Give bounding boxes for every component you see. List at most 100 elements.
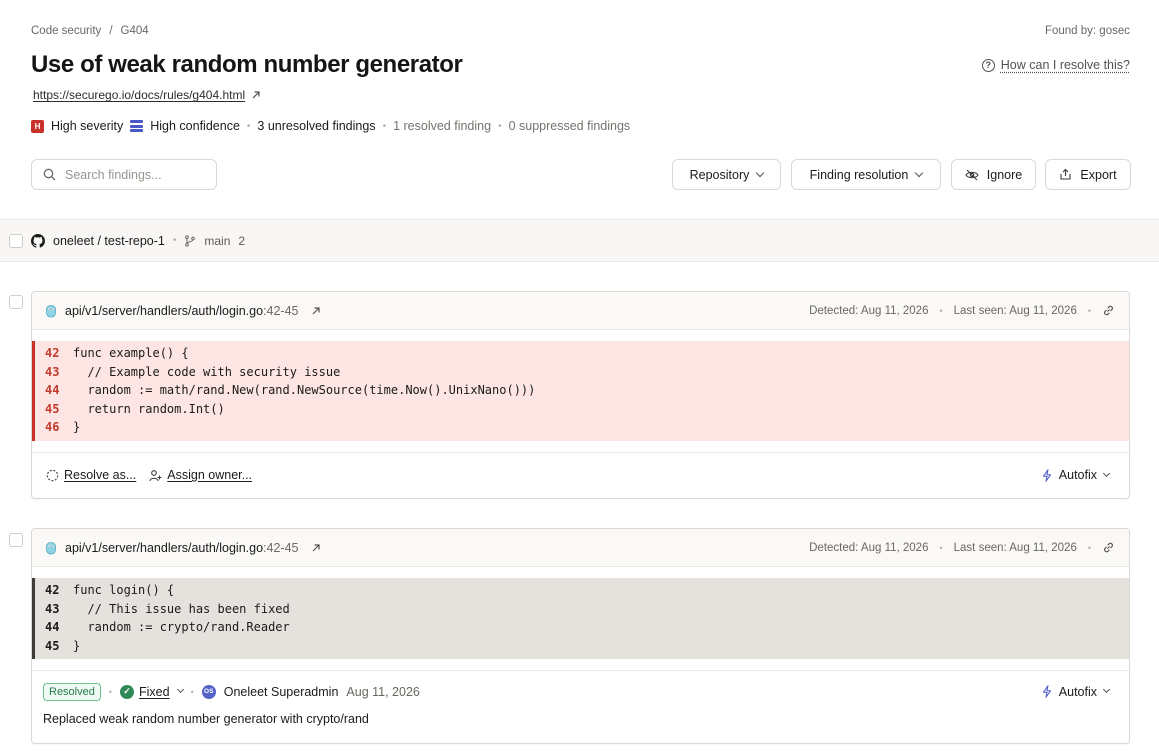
external-link-icon[interactable] [311, 543, 321, 553]
separator-dot: • [108, 686, 113, 697]
line-range: :42-45 [263, 540, 299, 555]
separator-dot: • [172, 235, 177, 246]
line-number: 43 [45, 364, 60, 379]
file-path: api/v1/server/handlers/auth/login.go [65, 303, 264, 318]
finding-actions: Resolve as... Assign owner... Autofix [32, 451, 1129, 498]
breadcrumb: Code security / G404 [31, 25, 149, 37]
assign-owner-button[interactable]: Assign owner... [149, 468, 252, 482]
chevron-down-icon [176, 685, 184, 694]
git-branch-icon [185, 234, 196, 247]
doc-link[interactable]: https://securego.io/docs/rules/g404.html [33, 88, 261, 102]
link-icon[interactable] [1102, 541, 1115, 554]
code-line: 42 func example() { [35, 344, 1129, 363]
repo-name[interactable]: oneleet / test-repo-1 [53, 234, 165, 248]
separator-dot: • [1087, 542, 1091, 553]
search-icon [43, 168, 56, 181]
separator-dot: • [1087, 305, 1091, 316]
help-link[interactable]: ? How can I resolve this? [981, 58, 1130, 72]
autofix-label: Autofix [1058, 468, 1097, 482]
resolution-note: Replaced weak random number generator wi… [43, 712, 369, 726]
finding-dates: Detected: Aug 11, 2026 • Last seen: Aug … [809, 541, 1115, 554]
finding-select-checkbox[interactable] [9, 295, 23, 309]
eye-off-icon [965, 169, 979, 180]
resolution-label: Fixed [139, 684, 170, 699]
breadcrumb-rule: G404 [120, 25, 149, 37]
external-link-icon[interactable] [311, 306, 321, 316]
code-line: 44 random := math/rand.New(rand.NewSourc… [35, 381, 1129, 400]
detected-date: Detected: Aug 11, 2026 [809, 304, 929, 317]
branch-name: main [204, 233, 231, 248]
detected-date: Detected: Aug 11, 2026 [809, 541, 929, 554]
github-icon [31, 233, 45, 248]
dashed-circle-icon [46, 469, 59, 481]
line-number: 45 [45, 401, 60, 416]
repo-group-header: oneleet / test-repo-1 • main 2 [0, 219, 1159, 262]
line-number: 44 [45, 383, 60, 397]
code-text: } [73, 638, 81, 653]
line-number: 42 [45, 583, 60, 597]
separator-dot: • [939, 305, 943, 316]
finding-select-checkbox[interactable] [9, 533, 23, 547]
finding-header: api/v1/server/handlers/auth/login.go:42-… [32, 292, 1129, 330]
code-text: random := math/rand.New(rand.NewSource(t… [73, 383, 536, 397]
lightning-icon [1042, 468, 1051, 482]
finding-meta: H High severity High confidence • 3 unre… [31, 119, 630, 133]
search-input[interactable] [65, 167, 205, 182]
file-reference[interactable]: api/v1/server/handlers/auth/login.go:42-… [45, 304, 321, 318]
line-number: 44 [45, 620, 60, 634]
autofix-label: Autofix [1058, 684, 1097, 699]
top-bar: Code security / G404 Found by: gosec [31, 23, 1130, 39]
finding-resolution-label: Finding resolution [809, 167, 909, 182]
separator-dot: • [498, 120, 502, 132]
doc-link-url: https://securego.io/docs/rules/g404.html [33, 88, 246, 102]
unresolved-count: 3 unresolved findings [257, 119, 376, 133]
breadcrumb-section[interactable]: Code security [31, 25, 101, 37]
finding-resolution-filter-button[interactable]: Finding resolution [791, 159, 941, 190]
ignore-label: Ignore [986, 167, 1023, 182]
code-line: 43 // Example code with security issue [35, 363, 1129, 382]
repository-filter-label: Repository [689, 167, 750, 182]
link-icon[interactable] [1102, 304, 1115, 317]
status-badge: Resolved [43, 682, 101, 701]
resolved-date: Aug 11, 2026 [346, 684, 420, 699]
line-number: 42 [45, 346, 60, 360]
code-line: 45} [35, 637, 1129, 656]
code-snippet: 42 func example() { 43 // Example code wi… [32, 341, 1129, 441]
external-link-icon [252, 91, 260, 99]
code-line: 46} [35, 418, 1129, 437]
breadcrumb-separator: / [109, 25, 113, 37]
separator-dot: • [382, 120, 387, 132]
repo-select-checkbox[interactable] [9, 233, 23, 248]
line-number: 45 [45, 638, 60, 653]
repository-filter-button[interactable]: Repository [672, 159, 781, 190]
finding-card: api/v1/server/handlers/auth/login.go:42-… [31, 528, 1130, 744]
lightning-icon [1042, 685, 1051, 698]
last-seen-date: Last seen: Aug 11, 2026 [953, 304, 1077, 317]
page-title: Use of weak random number generator [31, 51, 463, 78]
finding-dates: Detected: Aug 11, 2026 • Last seen: Aug … [809, 304, 1115, 317]
search-box[interactable] [31, 159, 217, 190]
severity-label: High severity [51, 119, 124, 133]
autofix-button[interactable]: Autofix [1042, 684, 1111, 699]
file-reference[interactable]: api/v1/server/handlers/auth/login.go:42-… [45, 541, 321, 555]
question-circle-icon: ? [981, 58, 995, 72]
separator-dot: • [939, 542, 943, 553]
finding-card: api/v1/server/handlers/auth/login.go:42-… [31, 291, 1130, 499]
autofix-button[interactable]: Autofix [1042, 468, 1111, 482]
code-line: 42 func login() { [35, 581, 1129, 600]
line-number: 43 [45, 601, 60, 616]
export-label: Export [1080, 167, 1117, 182]
go-file-icon [46, 304, 56, 317]
code-text: func login() { [73, 583, 175, 597]
code-line: 45 return random.Int() [35, 400, 1129, 419]
check-circle-icon: ✓ [120, 684, 135, 699]
suppressed-count: 0 suppressed findings [508, 119, 631, 133]
code-text: } [73, 420, 81, 434]
ignore-button[interactable]: Ignore [951, 159, 1036, 190]
chevron-down-icon [1102, 685, 1111, 694]
resolution-dropdown[interactable]: ✓ Fixed [120, 684, 184, 699]
resolve-as-button[interactable]: Resolve as... [46, 468, 136, 482]
severity-icon: H [31, 119, 44, 133]
code-text: random := crypto/rand.Reader [73, 620, 290, 634]
export-button[interactable]: Export [1045, 159, 1131, 190]
